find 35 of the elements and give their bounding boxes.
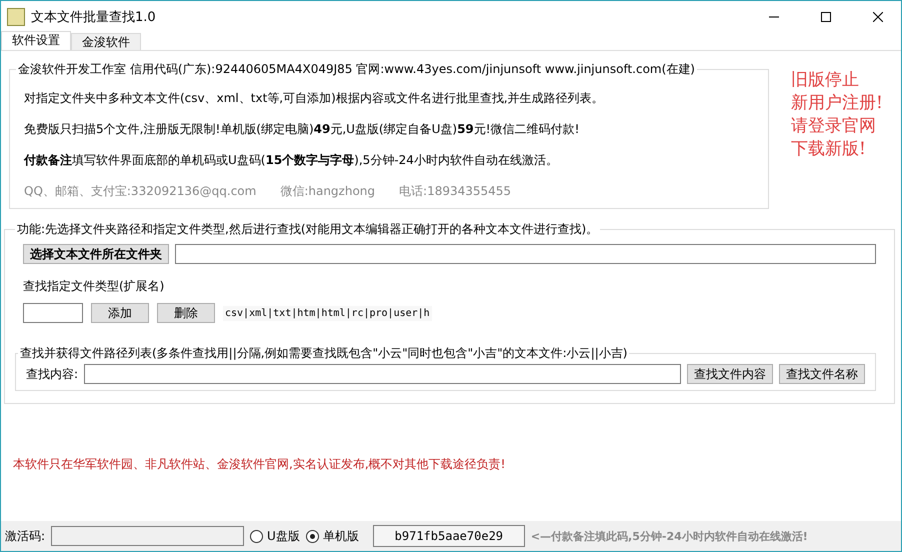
- tab[interactable]: 软件设置: [1, 31, 71, 50]
- group-title: 金浚软件开发工作室 信用代码(广东):92440605MA4X049J85 官网:www.43yes.com/jinjunsoft www.jinjunsoft.com(在建): [17, 61, 696, 78]
- search-button[interactable]: 查找文件内容: [687, 364, 773, 384]
- activation-field[interactable]: [51, 526, 244, 546]
- notice-text: 旧版停止: [791, 69, 860, 92]
- info-text: 对指定文件夹中多种文本文件(csv、xml、txt等,可自添加)根据内容或文件名进行批里查找,并生成路径列表。: [24, 91, 604, 105]
- add-button[interactable]: 添加: [91, 303, 149, 323]
- tab[interactable]: 金浚软件: [71, 33, 141, 50]
- contact-text: 电话:18934355455: [399, 183, 512, 200]
- delete-button[interactable]: 删除: [157, 303, 215, 323]
- hint-text: <—付款备注填此码,5分钟-24小时内软件自动在线激活!: [530, 528, 808, 544]
- folder-button[interactable]: 选择文本文件所在文件夹: [23, 244, 169, 264]
- info-text: 付款备注填写软件界面底部的单机码或U盘码(15个数字与字母),5分钟-24小时内软件自动在线激活。: [24, 153, 558, 167]
- version-radio[interactable]: U盘版: [250, 528, 300, 544]
- version-radio[interactable]: 单机版: [306, 528, 359, 544]
- contact-text: 微信:hangzhong: [280, 183, 376, 200]
- extensions-text: csv|xml|txt|htm|html|rc|pro|user|h: [223, 306, 432, 320]
- group-title: 功能:先选择文件夹路径和指定文件类型,然后进行查找(对能用文本编辑器正确打开的各种文本文件进行查找)。: [16, 221, 600, 238]
- contact-text: QQ、邮箱、支付宝:332092136@qq.com: [24, 183, 256, 200]
- path-field[interactable]: [175, 244, 876, 264]
- notice-text: 请登录官网: [791, 115, 877, 138]
- app-logo-icon: [7, 8, 25, 26]
- disclaimer-text: 本软件只在华军软件园、非凡软件站、金浚软件官网,实名认证发布,概不对其他下载途径负责!: [13, 456, 506, 473]
- window-title: 文本文件批量查找1.0: [31, 8, 157, 26]
- machine-code-field: b971fb5aae70e29: [372, 525, 525, 547]
- group-title: 查找并获得文件路径列表(多条件查找用||分隔,例如需要查找既包含"小云"同时也包含"小吉"的文本文件:小云||小吉): [19, 345, 628, 362]
- notice-text: 下载新版!: [791, 138, 867, 161]
- search-field[interactable]: [84, 364, 681, 384]
- type-label: 查找指定文件类型(扩展名): [23, 279, 164, 293]
- notice-text: 新用户注册!: [791, 92, 883, 115]
- extension-field[interactable]: [23, 303, 83, 323]
- search-label: 查找内容:: [26, 366, 78, 382]
- activation-label: 激活码:: [5, 528, 46, 544]
- info-text: 免费版只扫描5个文件,注册版无限制!单机版(绑定电脑)49元,U盘版(绑定自备U盘)59元!微信二维码付款!: [24, 122, 580, 136]
- search-button[interactable]: 查找文件名称: [779, 364, 865, 384]
